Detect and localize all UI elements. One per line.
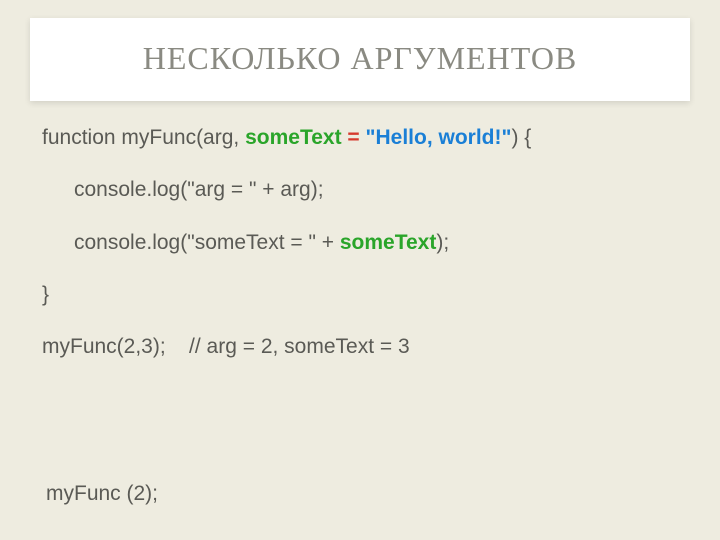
code-line-call1: myFunc(2,3); // arg = 2, someText = 3 bbox=[42, 333, 680, 361]
code-text: function myFunc(arg, bbox=[42, 126, 245, 149]
code-sometext-ref: someText bbox=[340, 231, 436, 254]
slide: НЕСКОЛЬКО АРГУМЕНТОВ function myFunc(arg… bbox=[0, 0, 720, 540]
code-param-name: someText bbox=[245, 126, 341, 149]
code-text: } bbox=[42, 283, 49, 306]
code-text: console.log("someText = " + bbox=[74, 231, 340, 254]
title-card: НЕСКОЛЬКО АРГУМЕНТОВ bbox=[30, 18, 690, 101]
code-line-call2: myFunc (2); bbox=[46, 482, 158, 506]
code-text: console.log("arg = " + arg); bbox=[74, 178, 324, 201]
slide-title: НЕСКОЛЬКО АРГУМЕНТОВ bbox=[40, 40, 680, 77]
code-param-eq: = bbox=[342, 126, 366, 149]
code-line-fn-open: function myFunc(arg, someText = "Hello, … bbox=[42, 124, 680, 152]
code-line-close: } bbox=[42, 281, 680, 309]
code-block: function myFunc(arg, someText = "Hello, … bbox=[42, 124, 680, 386]
code-text: ); bbox=[436, 231, 449, 254]
code-text: myFunc(2,3); // arg = 2, someText = 3 bbox=[42, 335, 410, 358]
code-line-log2: console.log("someText = " + someText); bbox=[42, 229, 680, 257]
code-text: myFunc (2); bbox=[46, 482, 158, 505]
code-text: ) { bbox=[511, 126, 531, 149]
code-line-log1: console.log("arg = " + arg); bbox=[42, 176, 680, 204]
code-param-value: "Hello, world!" bbox=[366, 126, 512, 149]
